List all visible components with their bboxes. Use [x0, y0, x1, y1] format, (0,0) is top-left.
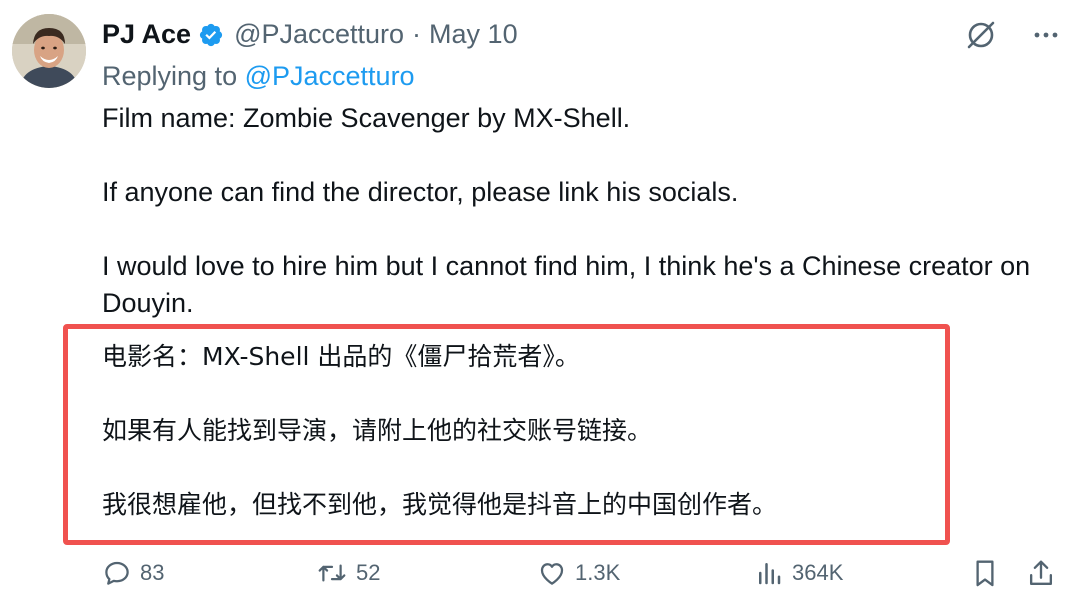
bookmark-icon	[976, 560, 994, 587]
separator-dot: ·	[412, 19, 422, 49]
action-bar: 83 52 1.3K 364K	[102, 558, 1060, 598]
avatar[interactable]	[12, 14, 86, 88]
handle[interactable]: @PJaccetturo	[234, 16, 404, 52]
views-button[interactable]: 364K	[754, 558, 843, 588]
repost-icon	[318, 564, 346, 582]
tweet-text-english: Film name: Zombie Scavenger by MX-Shell.…	[102, 100, 1062, 322]
replying-prefix: Replying to	[102, 61, 245, 91]
tweet-paragraph: If anyone can find the director, please …	[102, 177, 739, 207]
replying-to: Replying to @PJaccetturo	[102, 58, 415, 94]
share-button[interactable]	[1026, 558, 1064, 590]
repost-count: 52	[356, 560, 381, 585]
reply-icon	[105, 561, 129, 585]
reply-button[interactable]: 83	[102, 558, 164, 588]
bookmark-button[interactable]	[970, 558, 1008, 590]
tweet-text-chinese: 电影名：MX-Shell 出品的《僵尸拾荒者》。 如果有人能找到导演，请附上他的…	[102, 338, 942, 523]
replying-mention[interactable]: @PJaccetturo	[245, 61, 415, 91]
tweet-header: PJ Ace @PJaccetturo · May 10	[102, 16, 518, 52]
translation-paragraph: 我很想雇他，但找不到他，我觉得他是抖音上的中国创作者。	[102, 490, 778, 519]
like-count: 1.3K	[575, 560, 621, 585]
repost-button[interactable]: 52	[316, 558, 380, 588]
like-icon	[540, 563, 564, 585]
tweet: PJ Ace @PJaccetturo · May 10 Replying to…	[0, 0, 1080, 603]
tweet-paragraph: I would love to hire him but I cannot fi…	[102, 251, 1031, 318]
translation-paragraph: 电影名：MX-Shell 出品的《僵尸拾荒者》。	[102, 342, 580, 371]
display-name[interactable]: PJ Ace	[102, 16, 191, 52]
like-button[interactable]: 1.3K	[537, 558, 620, 588]
tweet-date[interactable]: May 10	[429, 16, 518, 52]
reply-count: 83	[140, 560, 165, 585]
verified-badge-icon[interactable]	[198, 21, 224, 47]
translation-paragraph: 如果有人能找到导演，请附上他的社交账号链接。	[102, 416, 653, 445]
tweet-paragraph: Film name: Zombie Scavenger by MX-Shell.	[102, 103, 631, 133]
top-actions	[964, 18, 1060, 57]
share-icon	[1029, 560, 1053, 586]
views-icon	[759, 563, 781, 585]
more-icon[interactable]	[1032, 21, 1060, 54]
grok-icon[interactable]	[964, 18, 998, 57]
view-count: 364K	[792, 560, 844, 585]
